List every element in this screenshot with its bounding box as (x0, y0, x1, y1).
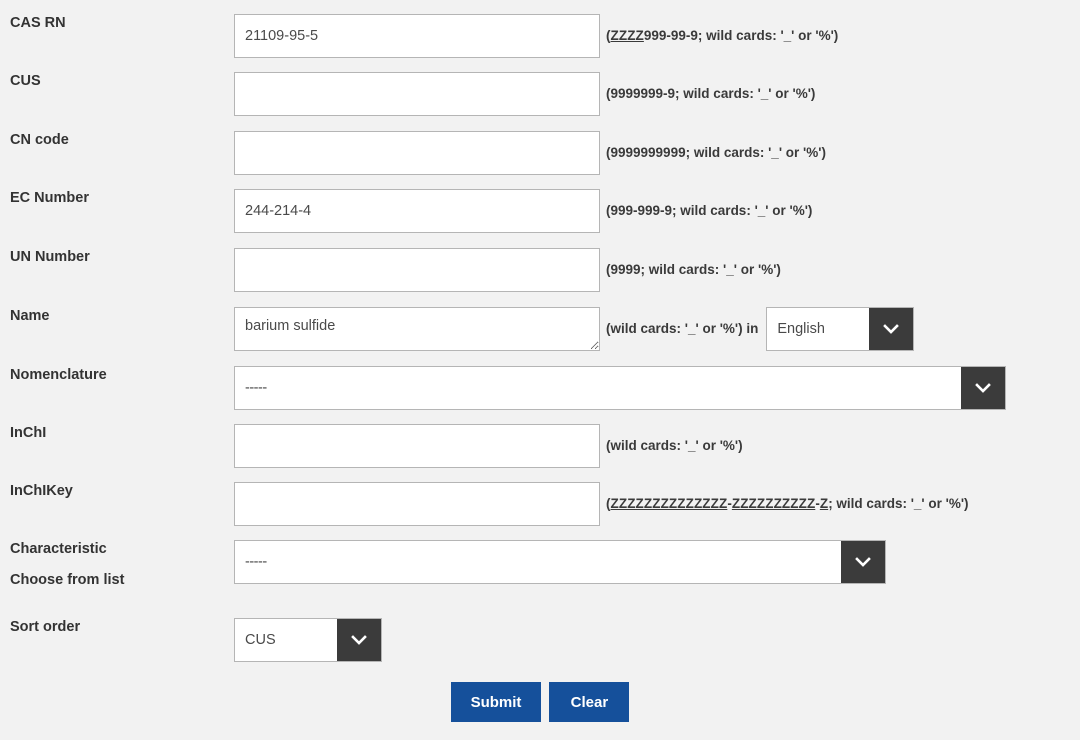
sort-order-select-value: CUS (235, 619, 337, 661)
form-row-sort-order: Sort order CUS (0, 618, 1080, 662)
inchi-input[interactable] (234, 424, 600, 468)
control-cus: (9999999-9; wild cards: '_' or '%') (234, 72, 815, 116)
form-row-nomenclature: Nomenclature ----- (0, 366, 1080, 410)
form-row-inchikey: InChIKey (ZZZZZZZZZZZZZZ-ZZZZZZZZZZ-Z; w… (0, 482, 1080, 526)
submit-button[interactable]: Submit (451, 682, 542, 722)
hint-mono-inchikey-block2: ZZZZZZZZZZ (732, 496, 815, 511)
label-cn-code: CN code (0, 131, 234, 149)
nomenclature-select-value: ----- (235, 367, 961, 409)
label-cas-rn: CAS RN (0, 14, 234, 32)
control-inchikey: (ZZZZZZZZZZZZZZ-ZZZZZZZZZZ-Z; wild cards… (234, 482, 969, 526)
control-inchi: (wild cards: '_' or '%') (234, 424, 743, 468)
label-cus: CUS (0, 72, 234, 90)
language-select-value: English (767, 308, 869, 350)
label-inchikey: InChIKey (0, 482, 234, 500)
characteristic-select-value: ----- (235, 541, 841, 583)
chemical-search-form: CAS RN (ZZZZ999-99-9; wild cards: '_' or… (0, 0, 1080, 740)
characteristic-select[interactable]: ----- (234, 540, 886, 584)
hint-cus: (9999999-9; wild cards: '_' or '%') (606, 72, 815, 116)
chevron-down-icon (869, 308, 913, 350)
label-un-number: UN Number (0, 248, 234, 266)
hint-ec-number: (999-999-9; wild cards: '_' or '%') (606, 189, 812, 233)
control-cn-code: (9999999999; wild cards: '_' or '%') (234, 131, 826, 175)
label-characteristic: Characteristic Choose from list (0, 540, 234, 589)
form-row-characteristic: Characteristic Choose from list ----- (0, 540, 1080, 589)
hint-cn-code: (9999999999; wild cards: '_' or '%') (606, 131, 826, 175)
hint-inchi: (wild cards: '_' or '%') (606, 424, 743, 468)
hint-inchikey: (ZZZZZZZZZZZZZZ-ZZZZZZZZZZ-Z; wild cards… (606, 482, 969, 526)
control-ec-number: (999-999-9; wild cards: '_' or '%') (234, 189, 812, 233)
form-row-ec-number: EC Number (999-999-9; wild cards: '_' or… (0, 189, 1080, 233)
label-ec-number: EC Number (0, 189, 234, 207)
sort-order-select[interactable]: CUS (234, 618, 382, 662)
control-sort-order: CUS (234, 618, 382, 662)
form-row-name: Name barium sulfide (wild cards: '_' or … (0, 307, 1080, 351)
control-un-number: (9999; wild cards: '_' or '%') (234, 248, 781, 292)
hint-un-number: (9999; wild cards: '_' or '%') (606, 248, 781, 292)
control-characteristic: ----- (234, 540, 886, 584)
hint-mono-inchikey-block3: Z (820, 496, 828, 511)
chevron-down-icon (961, 367, 1005, 409)
nomenclature-select[interactable]: ----- (234, 366, 1006, 410)
chevron-down-icon (337, 619, 381, 661)
label-inchi: InChI (0, 424, 234, 442)
control-name: barium sulfide (wild cards: '_' or '%') … (234, 307, 914, 351)
label-nomenclature: Nomenclature (0, 366, 234, 384)
form-row-cus: CUS (9999999-9; wild cards: '_' or '%') (0, 72, 1080, 116)
cus-input[interactable] (234, 72, 600, 116)
ec-number-input[interactable] (234, 189, 600, 233)
name-textarea[interactable]: barium sulfide (234, 307, 600, 351)
un-number-input[interactable] (234, 248, 600, 292)
label-characteristic-main: Characteristic (10, 541, 107, 557)
label-characteristic-sub: Choose from list (10, 571, 234, 589)
chevron-down-icon (841, 541, 885, 583)
hint-mono-cas-rn: ZZZZ (611, 28, 644, 43)
cas-rn-input[interactable] (234, 14, 600, 58)
form-row-cas-rn: CAS RN (ZZZZ999-99-9; wild cards: '_' or… (0, 14, 1080, 58)
control-cas-rn: (ZZZZ999-99-9; wild cards: '_' or '%') (234, 14, 838, 58)
label-name: Name (0, 307, 234, 325)
inchikey-input[interactable] (234, 482, 600, 526)
form-row-un-number: UN Number (9999; wild cards: '_' or '%') (0, 248, 1080, 292)
hint-name: (wild cards: '_' or '%') in (606, 307, 758, 351)
cn-code-input[interactable] (234, 131, 600, 175)
form-row-cn-code: CN code (9999999999; wild cards: '_' or … (0, 131, 1080, 175)
control-nomenclature: ----- (234, 366, 1006, 410)
form-row-inchi: InChI (wild cards: '_' or '%') (0, 424, 1080, 468)
language-select[interactable]: English (766, 307, 914, 351)
label-sort-order: Sort order (0, 618, 234, 636)
form-actions: Submit Clear (0, 682, 1080, 722)
hint-cas-rn: (ZZZZ999-99-9; wild cards: '_' or '%') (606, 14, 838, 58)
hint-mono-inchikey-block1: ZZZZZZZZZZZZZZ (611, 496, 728, 511)
clear-button[interactable]: Clear (549, 682, 629, 722)
